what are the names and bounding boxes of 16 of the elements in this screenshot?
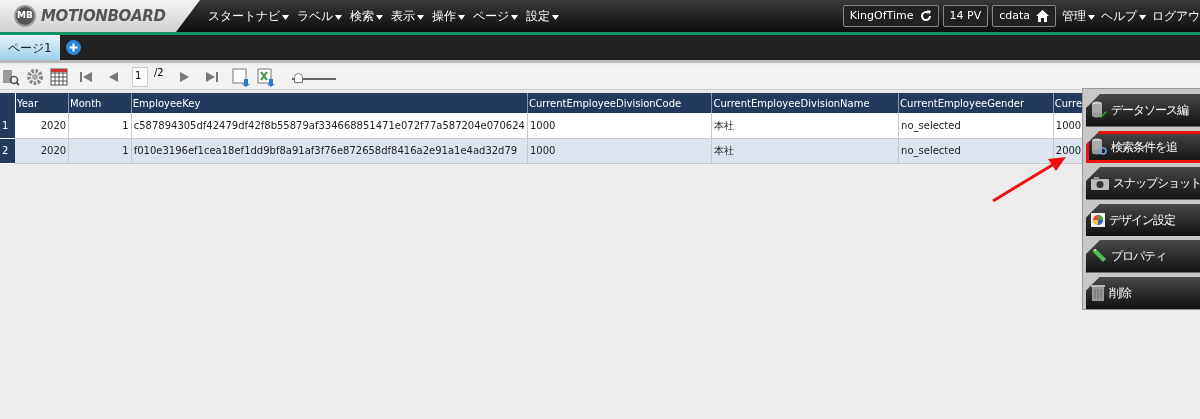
row-number: 1	[0, 113, 16, 138]
row-number: 2	[0, 138, 16, 163]
table-cell: 1000	[527, 138, 712, 163]
table-cell: 本社	[711, 113, 899, 138]
table-cell: f010e3196ef1cea18ef1dd9bf8a91af3f76e872658df8416a2e91a1e4ad32d79	[131, 138, 528, 163]
logo-text: MOTIONBOARD	[41, 5, 166, 27]
table-cell: no_selected	[898, 113, 1054, 138]
table-cell: 1000	[527, 113, 712, 138]
table-cell: 2020	[15, 138, 69, 163]
table-cell: 本社	[711, 138, 899, 163]
table-cell: 1	[68, 113, 132, 138]
table-cell: 2020	[15, 113, 69, 138]
logo-mark: MB	[14, 5, 36, 27]
page-total: /2	[154, 66, 164, 80]
table-cell: 1	[68, 138, 132, 163]
table-cell: c587894305df42479df42f8b55879af334668851471e072f77a587204e070624	[131, 113, 528, 138]
